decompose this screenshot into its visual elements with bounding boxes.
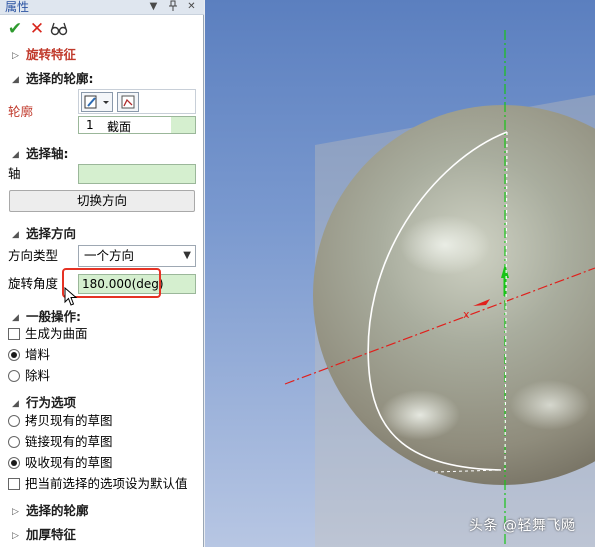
profile-label: 轮廓 [8,104,34,119]
profile-section-header[interactable]: ◢ 选择的轮廓: [12,71,94,87]
expand-triangle-icon[interactable]: ▷ [12,504,26,520]
axis-field[interactable] [78,164,196,184]
panel-title: 属性 [5,0,30,14]
axis-section-header[interactable]: ◢ 选择轴: [12,146,69,162]
collapse-triangle-icon[interactable]: ◢ [12,227,26,243]
switch-direction-button[interactable]: 切换方向 [9,190,195,212]
3d-viewport[interactable]: x [205,0,595,547]
remove-material-radio[interactable] [8,370,20,382]
preview-glasses-icon[interactable] [50,20,68,38]
ok-icon[interactable]: ✔ [6,20,24,38]
absorb-sketch-option[interactable]: 吸收现有的草图 [8,455,113,471]
add-material-option[interactable]: 增料 [8,347,50,363]
profile-list-row[interactable]: 1 截面 [78,116,196,134]
collapse-triangle-icon[interactable]: ◢ [12,72,26,88]
surface-option[interactable]: 生成为曲面 [8,326,88,342]
x-axis-label: x [463,308,470,321]
axis-label: 轴 [8,166,21,181]
link-sketch-radio[interactable] [8,436,20,448]
absorb-sketch-radio[interactable] [8,457,20,469]
collapse-triangle-icon[interactable]: ◢ [12,310,26,326]
rotation-angle-label: 旋转角度 [8,276,59,291]
copy-sketch-option[interactable]: 拷贝现有的草图 [8,413,113,429]
copy-sketch-radio[interactable] [8,415,20,427]
set-default-option[interactable]: 把当前选择的选项设为默认值 [8,476,188,492]
feature-title: 旋转特征 [26,47,77,62]
cancel-icon[interactable]: ✕ [28,20,46,38]
general-section-header[interactable]: ◢ 一般操作: [12,309,81,325]
panel-titlebar: 属性 ▼ ✕ [0,0,204,15]
sketch-dropdown-button[interactable] [81,92,113,112]
profile-row-index: 1 [86,118,94,132]
panel-dropdown-icon[interactable]: ▼ [147,0,160,14]
watermark: 头条 @轻舞飞飏 [469,518,576,534]
collapse-triangle-icon[interactable]: ◢ [12,147,26,163]
cursor-arrow-icon [64,286,78,310]
collapsed-profile-header[interactable]: ▷ 选择的轮廓 [12,503,89,519]
direction-section-header[interactable]: ◢ 选择方向 [12,226,76,242]
sketch-select-icon[interactable] [117,92,139,112]
link-sketch-option[interactable]: 链接现有的草图 [8,434,113,450]
expand-triangle-icon[interactable]: ▷ [12,48,26,64]
remove-material-option[interactable]: 除料 [8,368,50,384]
profile-row-value: 截面 [107,120,132,134]
chevron-down-icon: ▼ [183,250,191,261]
direction-type-select[interactable]: 一个方向 ▼ [78,245,196,267]
thicken-feature-header[interactable]: ▷ 加厚特征 [12,527,76,543]
expand-triangle-icon[interactable]: ▷ [12,528,26,544]
direction-type-label: 方向类型 [8,248,59,263]
panel-close-icon[interactable]: ✕ [185,0,198,14]
set-default-checkbox[interactable] [8,478,20,490]
profile-tool-row [78,89,196,114]
feature-header[interactable]: ▷ 旋转特征 [12,47,76,63]
collapse-triangle-icon[interactable]: ◢ [12,396,26,412]
behavior-section-header[interactable]: ◢ 行为选项 [12,395,76,411]
panel-toolbar: ✔ ✕ [0,16,204,43]
panel-pin-icon[interactable] [166,0,179,14]
properties-panel: 属性 ▼ ✕ ✔ ✕ ▷ 旋转特征 ◢ 选择的轮廓: 轮廓 1 截面 ◢ 选择轴: [0,0,204,547]
add-material-radio[interactable] [8,349,20,361]
surface-checkbox[interactable] [8,328,20,340]
viewport-scene: x [284,30,595,547]
